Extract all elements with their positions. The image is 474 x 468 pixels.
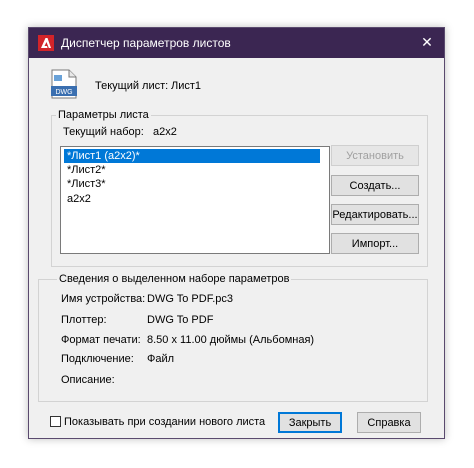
title-bar[interactable]: Диспетчер параметров листов ✕ [29,28,444,58]
current-sheet-label: Текущий лист: [95,80,169,92]
close-button-label: Закрыть [288,416,332,429]
device-name-label: Имя устройства: [61,293,146,305]
close-icon: ✕ [421,33,433,50]
sheet-params-legend: Параметры листа [56,109,151,121]
autocad-app-icon [38,35,54,51]
dwg-icon-label: DWG [55,89,72,96]
create-button[interactable]: Создать... [331,175,419,196]
import-button-label: Импорт... [351,237,399,250]
page-setup-manager-dialog: Диспетчер параметров листов ✕ DWG Текущи… [28,27,445,439]
details-legend: Сведения о выделенном наборе параметров [57,273,292,285]
create-button-label: Создать... [349,179,401,192]
paper-size-value: 8.50 x 11.00 дюймы (Альбомная) [147,334,315,346]
location-value: Файл [147,353,175,365]
edit-button[interactable]: Редактировать... [331,204,419,225]
set-current-button-label: Установить [346,149,404,162]
close-button[interactable]: Закрыть [278,412,342,433]
edit-button-label: Редактировать... [332,208,418,221]
set-current-button[interactable]: Установить [331,145,419,166]
current-sheet-value: Лист1 [171,80,202,92]
location-label: Подключение: [61,353,134,365]
help-button[interactable]: Справка [357,412,421,433]
list-item[interactable]: *Лист1 (a2x2)* [63,148,321,164]
device-name-value: DWG To PDF.pc3 [147,293,233,305]
current-set-value: a2x2 [153,126,177,138]
list-item[interactable]: *Лист2* [64,163,109,177]
help-button-label: Справка [367,416,411,429]
window-title: Диспетчер параметров листов [61,36,231,50]
import-button[interactable]: Импорт... [331,233,419,254]
list-item[interactable]: a2x2 [64,192,94,206]
list-item[interactable]: *Лист3* [64,177,109,191]
show-on-new-layout-checkbox[interactable] [50,416,61,427]
show-on-new-layout-label[interactable]: Показывать при создании нового листа [64,416,265,428]
dwg-file-icon: DWG [51,69,77,99]
current-set-label: Текущий набор: [63,126,144,138]
description-label: Описание: [61,374,115,386]
page-setups-list[interactable]: *Лист1 (a2x2)* *Лист2* *Лист3* a2x2 [60,146,330,254]
plotter-value: DWG To PDF [147,314,214,326]
paper-size-label: Формат печати: [61,334,141,346]
plotter-label: Плоттер: [61,314,107,326]
close-window-button[interactable]: ✕ [416,31,438,53]
